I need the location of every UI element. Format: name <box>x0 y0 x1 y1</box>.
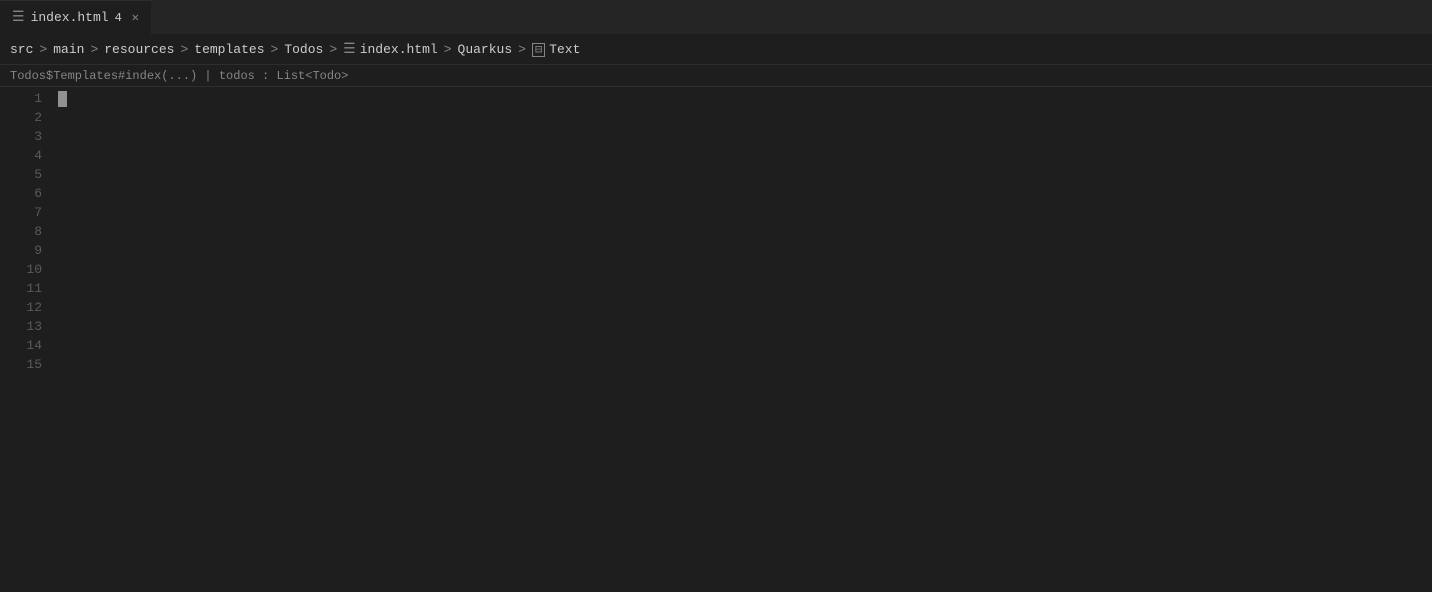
editor-line-8 <box>58 222 1432 241</box>
breadcrumb-index-html[interactable]: index.html <box>360 42 438 57</box>
tab-index-html[interactable]: ☰ index.html 4 ✕ <box>0 0 152 35</box>
editor-line-13 <box>58 317 1432 336</box>
editor-line-10 <box>58 260 1432 279</box>
line-number-3: 3 <box>0 127 42 146</box>
context-bar: Todos$Templates#index(...) | todos : Lis… <box>0 65 1432 87</box>
breadcrumb-bar: src > main > resources > templates > Tod… <box>0 35 1432 65</box>
editor-line-12 <box>58 298 1432 317</box>
context-text: Todos$Templates#index(...) | todos : Lis… <box>10 69 348 83</box>
breadcrumb-text[interactable]: Text <box>549 42 580 57</box>
editor-line-6 <box>58 184 1432 203</box>
breadcrumb-sep-1: > <box>39 42 47 57</box>
breadcrumb-src[interactable]: src <box>10 42 33 57</box>
editor-line-15 <box>58 355 1432 374</box>
editor-line-5 <box>58 165 1432 184</box>
breadcrumb-todos[interactable]: Todos <box>284 42 323 57</box>
line-number-7: 7 <box>0 203 42 222</box>
editor-line-14 <box>58 336 1432 355</box>
breadcrumb-sep-2: > <box>90 42 98 57</box>
line-number-1: 1 <box>0 89 42 108</box>
line-number-6: 6 <box>0 184 42 203</box>
line-number-5: 5 <box>0 165 42 184</box>
breadcrumb-sep-7: > <box>518 42 526 57</box>
breadcrumb-quarkus[interactable]: Quarkus <box>458 42 513 57</box>
editor-line-7 <box>58 203 1432 222</box>
editor-line-11 <box>58 279 1432 298</box>
line-number-10: 10 <box>0 260 42 279</box>
tab-close-button[interactable]: ✕ <box>132 10 139 25</box>
line-number-12: 12 <box>0 298 42 317</box>
tab-badge: 4 <box>115 11 122 25</box>
editor-line-3 <box>58 127 1432 146</box>
line-number-11: 11 <box>0 279 42 298</box>
line-number-15: 15 <box>0 355 42 374</box>
breadcrumb-sep-6: > <box>444 42 452 57</box>
breadcrumb-templates[interactable]: templates <box>194 42 264 57</box>
line-number-14: 14 <box>0 336 42 355</box>
tab-filename: index.html <box>31 10 109 25</box>
editor-line-1 <box>58 89 1432 108</box>
line-numbers: 1 2 3 4 5 6 7 8 9 10 11 12 13 14 15 <box>0 87 50 592</box>
line-number-2: 2 <box>0 108 42 127</box>
breadcrumb-text-node-icon: ⊟ <box>532 43 545 57</box>
breadcrumb-sep-5: > <box>329 42 337 57</box>
breadcrumb-sep-3: > <box>180 42 188 57</box>
breadcrumb-list-icon: ☰ <box>343 41 356 58</box>
tab-bar: ☰ index.html 4 ✕ <box>0 0 1432 35</box>
line-number-8: 8 <box>0 222 42 241</box>
breadcrumb-main[interactable]: main <box>53 42 84 57</box>
editor-line-9 <box>58 241 1432 260</box>
tab-menu-icon: ☰ <box>12 9 25 26</box>
editor-line-2 <box>58 108 1432 127</box>
line-number-13: 13 <box>0 317 42 336</box>
editor-area[interactable]: 1 2 3 4 5 6 7 8 9 10 11 12 13 14 15 <box>0 87 1432 592</box>
breadcrumb-sep-4: > <box>271 42 279 57</box>
line-number-4: 4 <box>0 146 42 165</box>
line-number-9: 9 <box>0 241 42 260</box>
editor-line-4 <box>58 146 1432 165</box>
editor-content[interactable] <box>50 87 1432 592</box>
breadcrumb-resources[interactable]: resources <box>104 42 174 57</box>
text-cursor <box>58 91 67 107</box>
